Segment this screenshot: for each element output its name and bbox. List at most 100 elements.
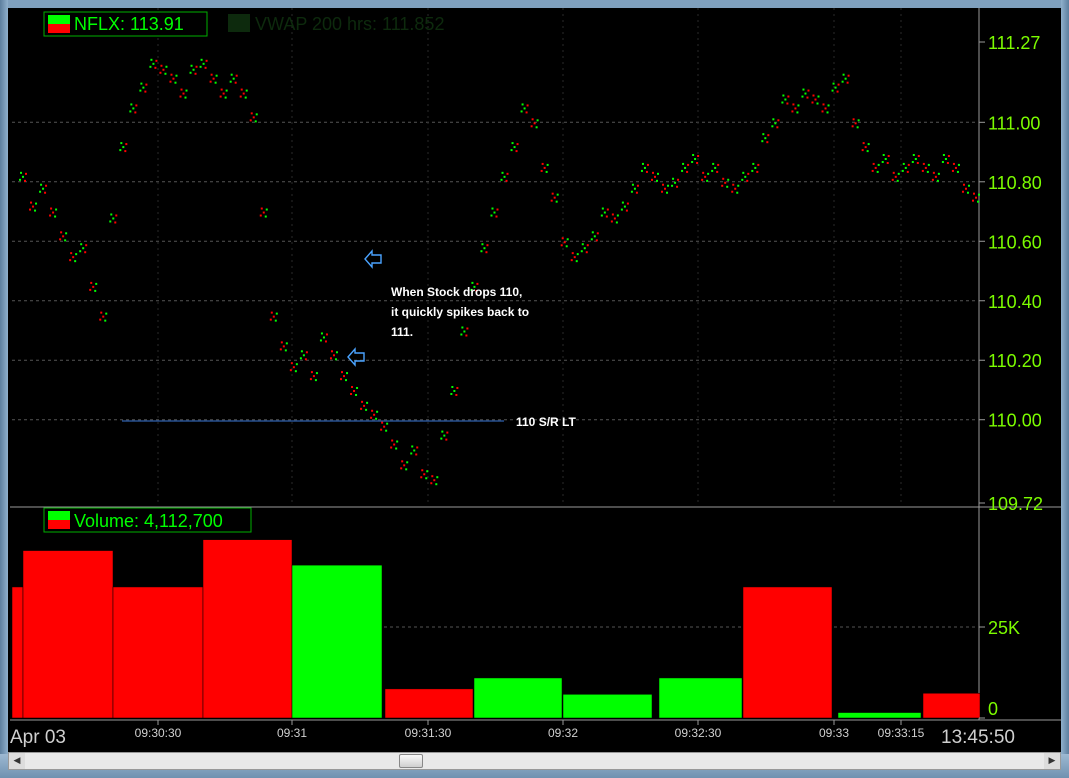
price-point (39, 190, 42, 193)
price-point (967, 184, 970, 187)
price-point (595, 239, 598, 242)
price-point (110, 213, 113, 216)
price-point (540, 169, 543, 172)
price-point (95, 282, 98, 285)
price-point (776, 126, 779, 129)
price-point (455, 393, 458, 396)
price-point (551, 192, 554, 195)
horizontal-scrollbar[interactable]: ◀ ▶ (8, 752, 1061, 770)
price-point (964, 187, 967, 190)
price-point (360, 407, 363, 410)
price-point (711, 169, 714, 172)
price-point (200, 58, 203, 61)
price-point (235, 74, 238, 77)
price-point (172, 77, 175, 80)
vwap-label: VWAP 200 hrs: 111.852 (255, 14, 444, 34)
vwap-legend[interactable]: VWAP 200 hrs: 111.852 (228, 14, 444, 34)
chart-canvas[interactable]: 111.27 111.00 110.80 110.60 110.40 110.20 110.… (0, 0, 1069, 752)
price-point (415, 453, 418, 456)
price-point (732, 183, 735, 186)
price-point (371, 409, 374, 412)
price-point (100, 311, 103, 314)
price-point (717, 163, 720, 166)
price-point (320, 332, 323, 335)
price-point (396, 440, 399, 443)
scroll-left-icon[interactable]: ◀ (9, 753, 25, 769)
price-point (550, 199, 553, 202)
volume-bar (11, 586, 24, 719)
price-point (480, 250, 483, 253)
price-point (506, 172, 509, 175)
volume-legend[interactable]: Volume: 4,112,700 (43, 507, 252, 533)
price-point (300, 350, 303, 353)
price-point (145, 83, 148, 86)
price-point (655, 179, 658, 182)
price-point (797, 104, 800, 107)
price-point (139, 89, 142, 92)
price-point (842, 73, 845, 76)
price-point (600, 214, 603, 217)
price-point (345, 379, 348, 382)
price-point (129, 110, 132, 113)
price-point (932, 171, 935, 174)
price-point (596, 232, 599, 235)
price-point (405, 468, 408, 471)
price-tick-label: 109.72 (988, 494, 1043, 514)
price-point (603, 211, 606, 214)
scroll-right-icon[interactable]: ▶ (1044, 753, 1060, 769)
price-point (742, 171, 745, 174)
price-point (664, 187, 667, 190)
price-point (882, 153, 885, 156)
price-point (240, 88, 243, 91)
price-point (535, 126, 538, 129)
price-point (781, 101, 784, 104)
price-point (55, 208, 58, 211)
scroll-thumb[interactable] (399, 754, 423, 768)
price-point (563, 241, 566, 244)
vwap-swatch (228, 14, 250, 32)
price-point (505, 179, 508, 182)
price-point (726, 185, 729, 188)
price-point (423, 473, 426, 476)
price-point (35, 202, 38, 205)
price-point (239, 95, 242, 98)
price-point (250, 112, 253, 115)
price-point (714, 166, 717, 169)
price-point (353, 389, 356, 392)
price-point (72, 256, 75, 259)
price-point (292, 366, 295, 369)
price-point (727, 178, 730, 181)
price-legend[interactable]: NFLX: 113.91 (43, 11, 208, 37)
price-point (706, 179, 709, 182)
price-point (747, 172, 750, 175)
price-point (445, 438, 448, 441)
price-point (224, 96, 227, 99)
price-point (978, 193, 980, 196)
price-point (330, 350, 333, 353)
volume-label: Volume: 4,112,700 (74, 511, 223, 531)
price-point (916, 161, 919, 164)
price-point (653, 175, 656, 178)
price-point (189, 71, 192, 74)
price-point (260, 207, 263, 210)
price-point (40, 183, 43, 186)
price-point (202, 62, 205, 65)
price-point (209, 80, 212, 83)
price-point (210, 73, 213, 76)
price-point (314, 379, 317, 382)
price-point (162, 68, 165, 71)
price-point (581, 243, 584, 246)
price-point (575, 260, 578, 263)
price-point (140, 82, 143, 85)
price-point (560, 244, 563, 247)
price-point (623, 205, 626, 208)
price-point (926, 170, 929, 173)
price-point (322, 336, 325, 339)
price-point (906, 170, 909, 173)
price-point (279, 348, 282, 351)
price-point (463, 330, 466, 333)
price-point (195, 65, 198, 68)
price-point (244, 96, 247, 99)
price-point (334, 358, 337, 361)
price-point (777, 119, 780, 122)
